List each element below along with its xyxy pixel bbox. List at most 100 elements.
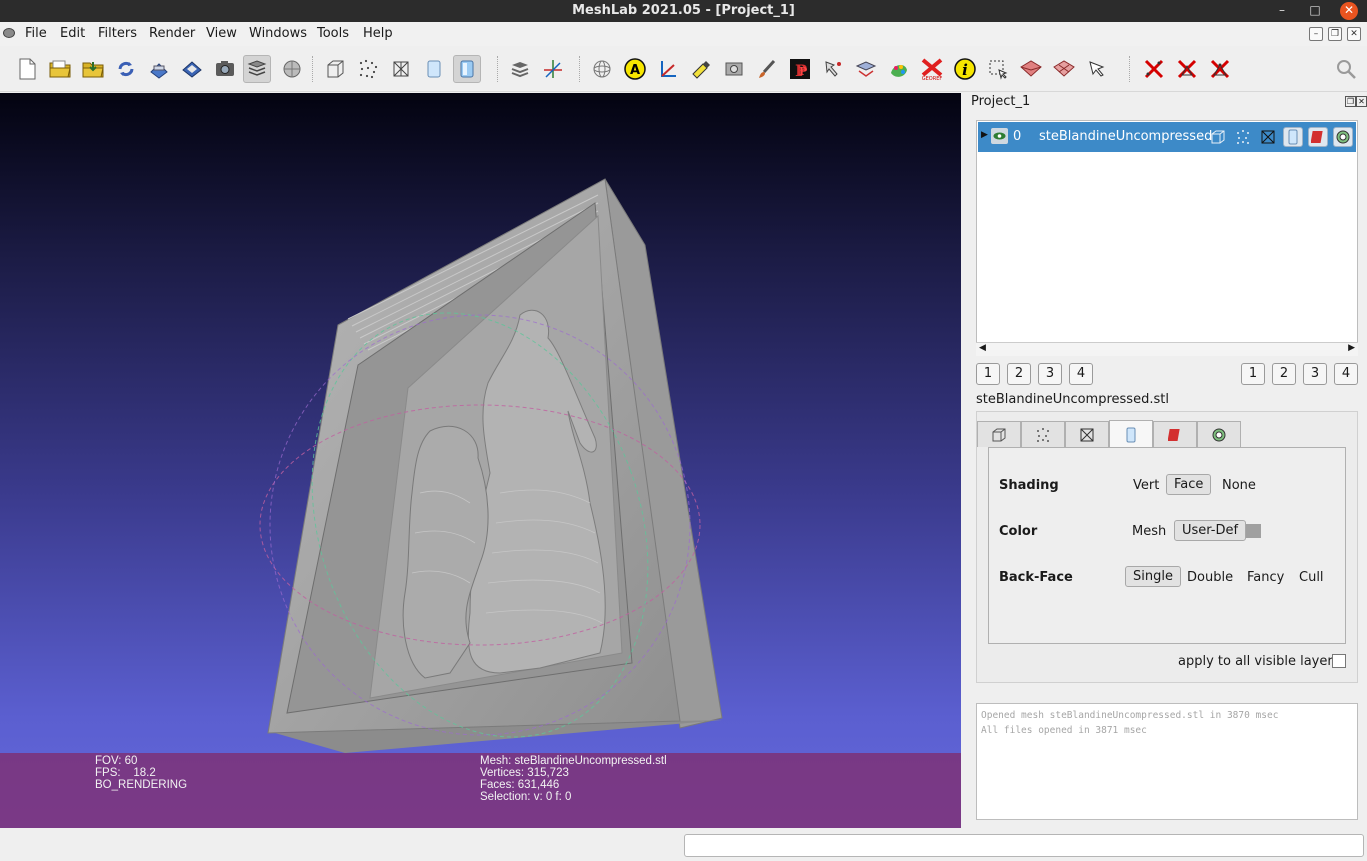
show-layer-icon[interactable] xyxy=(506,55,534,83)
select-z-icon[interactable] xyxy=(1050,55,1078,83)
menu-tools[interactable]: Tools xyxy=(317,26,349,41)
backface-fancy-option[interactable]: Fancy xyxy=(1247,570,1284,585)
left-preset-3-button[interactable]: 3 xyxy=(1038,363,1062,385)
panel-float-button[interactable]: ❐ xyxy=(1345,96,1356,107)
minimize-button[interactable]: – xyxy=(1273,2,1291,20)
color-swatch[interactable] xyxy=(1246,524,1261,538)
mesh-name-label: Mesh: steBlandineUncompressed.stl xyxy=(480,755,667,767)
layer-list-hscrollbar[interactable]: ◀ ▶ xyxy=(976,342,1358,356)
mdi-minimize-button[interactable]: – xyxy=(1309,27,1323,41)
backface-double-option[interactable]: Double xyxy=(1187,570,1233,585)
scroll-right-icon[interactable]: ▶ xyxy=(1348,343,1355,353)
brush-icon[interactable] xyxy=(753,55,781,83)
paint-icon[interactable] xyxy=(687,55,715,83)
color-userdef-option[interactable]: User-Def xyxy=(1174,520,1247,541)
mdi-close-button[interactable]: ✕ xyxy=(1347,27,1361,41)
menu-filters[interactable]: Filters xyxy=(98,26,137,41)
measure-icon[interactable] xyxy=(654,55,682,83)
menu-help[interactable]: Help xyxy=(363,26,393,41)
right-preset-2-button[interactable]: 2 xyxy=(1272,363,1296,385)
shading-face-option[interactable]: Face xyxy=(1166,474,1212,495)
close-button[interactable]: ✕ xyxy=(1340,2,1358,20)
status-field[interactable] xyxy=(684,834,1364,857)
screenshot-icon[interactable] xyxy=(211,55,239,83)
3d-viewport[interactable]: FOV: 60 FPS: 18.2 BO_RENDERING Mesh: ste… xyxy=(0,93,961,828)
layer-points-icon[interactable] xyxy=(1233,127,1253,147)
new-project-icon[interactable] xyxy=(13,55,41,83)
delete-vertices-icon[interactable] xyxy=(1140,55,1168,83)
expand-arrow-icon[interactable]: ▶ xyxy=(981,130,988,140)
select-vertex-icon[interactable] xyxy=(819,55,847,83)
open-project-icon[interactable] xyxy=(46,55,74,83)
layer-decorator-icon[interactable] xyxy=(1333,127,1353,147)
shading-none-option[interactable]: None xyxy=(1222,478,1256,493)
points-icon[interactable] xyxy=(354,55,382,83)
visibility-eye-icon[interactable] xyxy=(991,128,1008,144)
info-icon[interactable]: i xyxy=(951,55,979,83)
layer-fill-icon[interactable] xyxy=(1283,127,1303,147)
texture-paint-icon[interactable] xyxy=(885,55,913,83)
left-preset-1-button[interactable]: 1 xyxy=(976,363,1000,385)
layer-list[interactable]: ▶ 0 steBlandineUncompressed xyxy=(976,120,1358,356)
select-faces-rect-icon[interactable] xyxy=(984,55,1012,83)
import-mesh-icon[interactable] xyxy=(79,55,107,83)
tab-fill[interactable] xyxy=(1109,420,1153,448)
layer-panel: Project_1 ❐ ✕ ▶ 0 steBlandineUncompresse… xyxy=(962,93,1367,831)
menu-edit[interactable]: Edit xyxy=(60,26,85,41)
georef-icon[interactable]: GEOREF xyxy=(918,55,946,83)
align-icon[interactable] xyxy=(720,55,748,83)
tab-decorators[interactable] xyxy=(1197,421,1241,447)
right-preset-1-button[interactable]: 1 xyxy=(1241,363,1265,385)
save-snapshot-icon[interactable] xyxy=(178,55,206,83)
render-info-overlay: FOV: 60 FPS: 18.2 BO_RENDERING Mesh: ste… xyxy=(0,753,961,828)
bounding-box-icon[interactable] xyxy=(321,55,349,83)
reload-icon[interactable] xyxy=(112,55,140,83)
pickpoints-icon[interactable]: PP xyxy=(786,55,814,83)
backface-cull-option[interactable]: Cull xyxy=(1299,570,1324,585)
menu-render[interactable]: Render xyxy=(149,26,195,41)
flat-shading-icon[interactable] xyxy=(420,55,448,83)
trackball-icon[interactable] xyxy=(588,55,616,83)
axis-icon[interactable] xyxy=(539,55,567,83)
shading-vert-option[interactable]: Vert xyxy=(1133,478,1159,493)
right-preset-4-button[interactable]: 4 xyxy=(1334,363,1358,385)
layer-row[interactable]: ▶ 0 steBlandineUncompressed xyxy=(978,122,1356,152)
tab-bbox[interactable] xyxy=(977,421,1021,447)
right-preset-3-button[interactable]: 3 xyxy=(1303,363,1327,385)
menu-view[interactable]: View xyxy=(206,26,237,41)
menu-windows[interactable]: Windows xyxy=(249,26,307,41)
backface-label: Back-Face xyxy=(999,570,1073,585)
select-tool-icon[interactable] xyxy=(1083,55,1111,83)
select-connected-icon[interactable] xyxy=(1017,55,1045,83)
left-preset-4-button[interactable]: 4 xyxy=(1069,363,1093,385)
backface-single-option[interactable]: Single xyxy=(1125,566,1181,587)
raster-layers-icon[interactable] xyxy=(278,55,306,83)
mdi-restore-button[interactable]: ❐ xyxy=(1328,27,1342,41)
layers-icon[interactable] xyxy=(243,55,271,83)
wireframe-icon[interactable] xyxy=(387,55,415,83)
menu-file[interactable]: File xyxy=(25,26,47,41)
log-area[interactable]: Opened mesh steBlandineUncompressed.stl … xyxy=(976,703,1358,820)
annotation-icon[interactable]: A xyxy=(621,55,649,83)
layer-wire-icon[interactable] xyxy=(1258,127,1278,147)
maximize-button[interactable]: □ xyxy=(1306,2,1324,20)
layer-texture-icon[interactable] xyxy=(1308,127,1328,147)
toolbar-separator xyxy=(1129,56,1131,82)
delete-faces-icon[interactable] xyxy=(1173,55,1201,83)
tab-wireframe[interactable] xyxy=(1065,421,1109,447)
layer-name[interactable]: steBlandineUncompressed xyxy=(1039,129,1212,144)
export-mesh-icon[interactable] xyxy=(145,55,173,83)
left-preset-2-button[interactable]: 2 xyxy=(1007,363,1031,385)
smooth-shading-icon[interactable] xyxy=(453,55,481,83)
color-mesh-option[interactable]: Mesh xyxy=(1132,524,1166,539)
manipulator-icon[interactable] xyxy=(852,55,880,83)
delete-faces-vertices-icon[interactable] xyxy=(1206,55,1234,83)
tab-points[interactable] xyxy=(1021,421,1065,447)
layer-bbox-icon[interactable] xyxy=(1208,127,1228,147)
tab-texture[interactable] xyxy=(1153,421,1197,447)
search-icon[interactable] xyxy=(1332,55,1360,83)
scroll-left-icon[interactable]: ◀ xyxy=(979,343,986,353)
apply-all-checkbox[interactable] xyxy=(1332,654,1346,668)
panel-close-button[interactable]: ✕ xyxy=(1356,96,1367,107)
selection-label: Selection: v: 0 f: 0 xyxy=(480,791,572,803)
